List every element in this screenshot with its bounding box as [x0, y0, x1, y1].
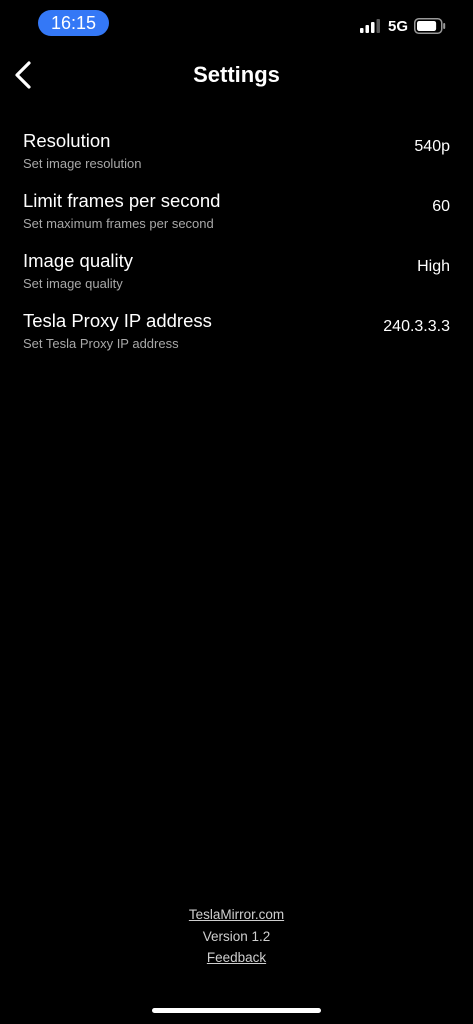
page-title: Settings	[193, 62, 280, 87]
setting-title: Resolution	[23, 130, 111, 151]
setting-subtitle: Set maximum frames per second	[23, 216, 214, 231]
setting-subtitle: Set image quality	[23, 276, 123, 291]
footer: TeslaMirror.com Version 1.2 Feedback	[0, 904, 473, 969]
status-time: 16:15	[38, 10, 109, 36]
setting-fps-limit[interactable]: Limit frames per second Set maximum fram…	[0, 187, 473, 247]
setting-value[interactable]: 60	[432, 197, 450, 217]
setting-resolution[interactable]: Resolution Set image resolution 540p	[0, 127, 473, 187]
setting-value[interactable]: 240.3.3.3	[383, 317, 450, 337]
network-label: 5G	[388, 18, 409, 35]
signal-icon	[360, 19, 380, 33]
feedback-link[interactable]: Feedback	[207, 950, 266, 965]
setting-value[interactable]: High	[417, 257, 450, 277]
setting-image-quality[interactable]: Image quality Set image quality High	[0, 247, 473, 307]
status-bar: 16:15 5G	[0, 0, 473, 48]
setting-subtitle: Set image resolution	[23, 156, 142, 171]
battery-icon	[414, 18, 446, 34]
setting-subtitle: Set Tesla Proxy IP address	[23, 336, 179, 351]
setting-proxy-ip[interactable]: Tesla Proxy IP address Set Tesla Proxy I…	[0, 307, 473, 367]
version-label: Version 1.2	[202, 928, 271, 944]
setting-title: Tesla Proxy IP address	[23, 310, 212, 331]
home-indicator[interactable]	[152, 1008, 321, 1013]
setting-value[interactable]: 540p	[414, 137, 450, 157]
settings-list: Resolution Set image resolution 540p Lim…	[0, 127, 473, 367]
website-link[interactable]: TeslaMirror.com	[189, 907, 284, 922]
setting-title: Image quality	[23, 250, 134, 271]
setting-title: Limit frames per second	[23, 190, 221, 211]
